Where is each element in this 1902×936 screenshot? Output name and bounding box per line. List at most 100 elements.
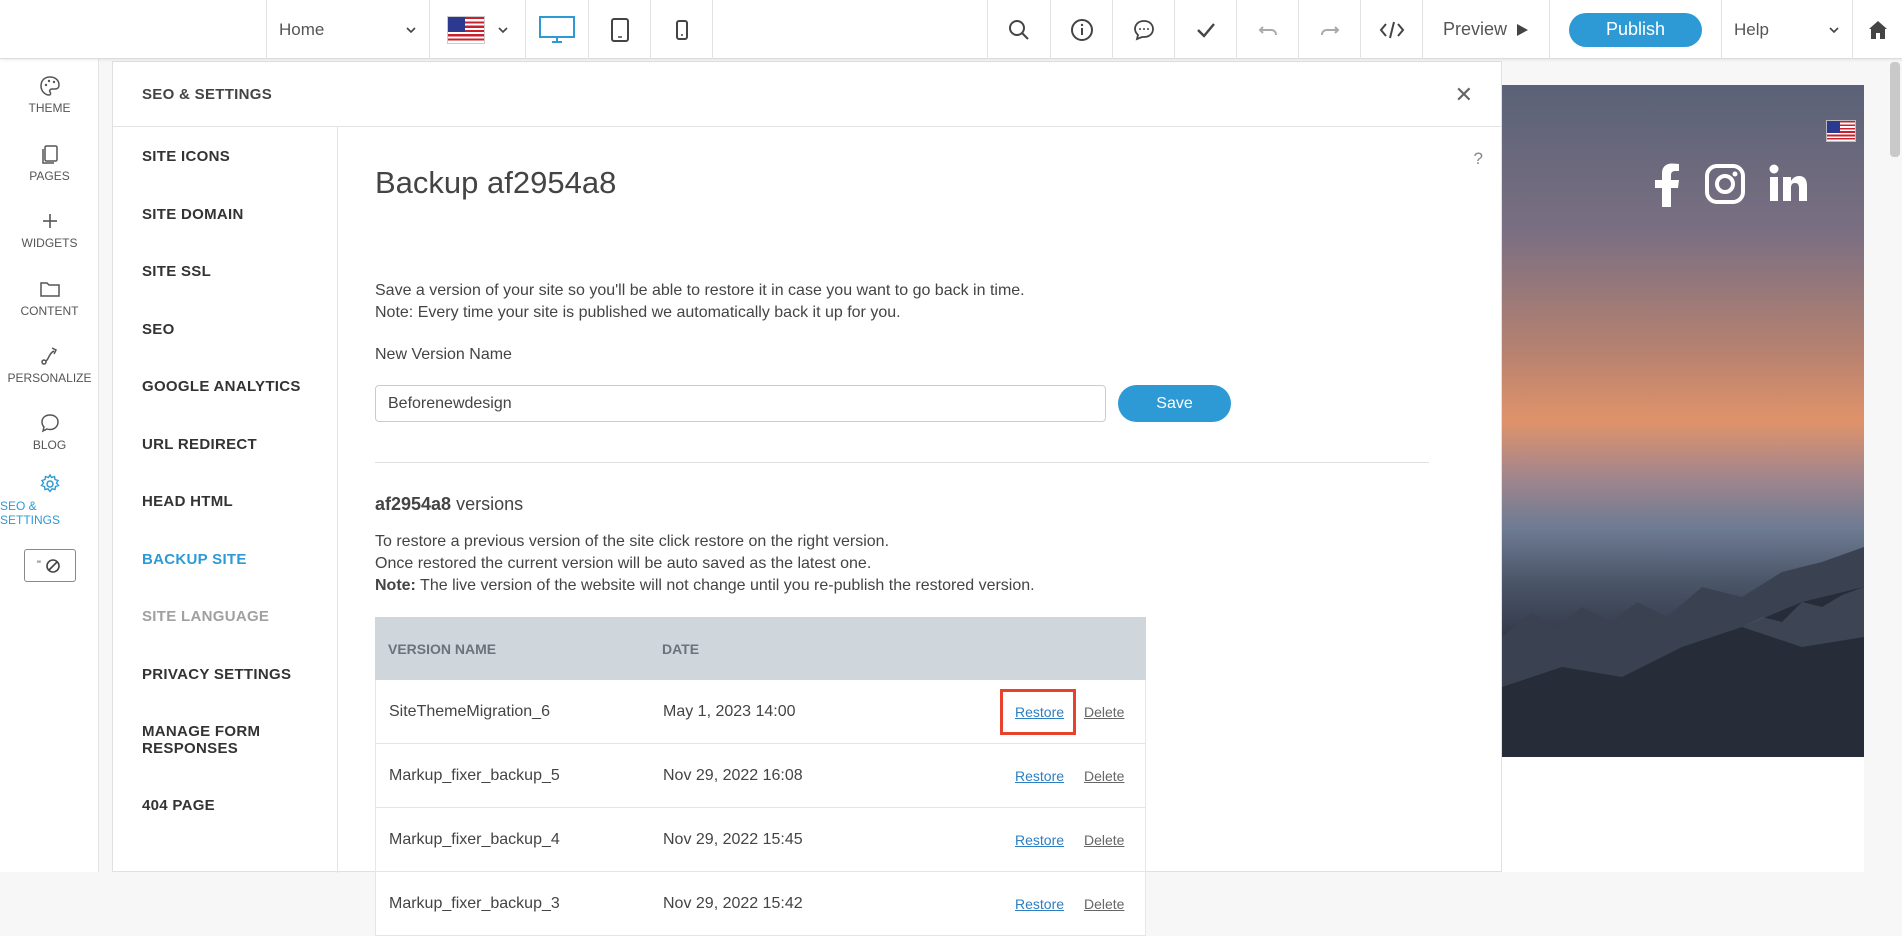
restore-link[interactable]: Restore [1015,832,1064,848]
personalize-icon [40,347,57,365]
mobile-view-button[interactable] [650,0,713,59]
nav-item-url-redirect[interactable]: URL REDIRECT [142,436,257,453]
undo-button[interactable] [1236,0,1299,59]
comments-button[interactable] [1112,0,1175,59]
column-header-date: DATE [662,640,700,657]
home-button[interactable] [1852,0,1902,59]
linkedin-icon[interactable] [1768,163,1808,203]
version-date: Nov 29, 2022 15:45 [663,830,803,848]
sidebar-item-widgets[interactable]: WIDGETS [0,200,99,260]
nav-item-site-icons[interactable]: SITE ICONS [142,148,230,165]
sidebar-item-label: SEO & SETTINGS [0,499,61,527]
restore-link[interactable]: Restore [1015,896,1064,912]
new-version-label: New Version Name [375,346,512,363]
plugin-icon: " [37,559,60,573]
code-icon [1379,21,1405,38]
chat-bubble-icon [40,414,59,433]
search-icon [1009,19,1029,40]
new-version-name-input[interactable] [375,385,1106,422]
versions-table: VERSION NAME DATE SiteThemeMigration_6 M… [375,617,1146,936]
preview-button[interactable]: Preview [1422,0,1549,59]
sidebar-item-personalize[interactable]: PERSONALIZE [0,335,99,395]
undo-icon [1258,25,1277,35]
table-row: Markup_fixer_backup_5 Nov 29, 2022 16:08… [375,744,1146,808]
nav-item-label: RESPONSES [142,740,239,757]
app-store-button[interactable]: " [24,549,76,582]
desktop-view-button[interactable] [525,0,588,59]
sidebar-item-label: BLOG [32,438,67,452]
desktop-icon [539,15,575,43]
folder-icon [39,282,60,297]
tablet-view-button[interactable] [588,0,651,59]
version-name: Markup_fixer_backup_4 [389,830,560,848]
language-select[interactable] [429,0,525,59]
delete-link[interactable]: Delete [1084,896,1124,912]
publish-button[interactable]: Publish [1569,12,1702,47]
delete-link[interactable]: Delete [1084,832,1124,848]
divider [375,462,1429,463]
publish-cell: Publish [1549,0,1721,59]
save-button[interactable]: Save [1118,385,1231,422]
table-row: Markup_fixer_backup_3 Nov 29, 2022 15:42… [375,872,1146,936]
version-name: SiteThemeMigration_6 [389,702,550,720]
redo-button[interactable] [1298,0,1361,59]
page-select[interactable]: Home [266,0,429,59]
info-button[interactable] [1050,0,1113,59]
close-icon[interactable]: ✕ [1455,82,1473,108]
restore-link[interactable]: Restore [1015,768,1064,784]
social-icons [1652,163,1808,207]
mountain-background [1502,547,1864,757]
nav-item-404-page[interactable]: 404 PAGE [142,797,215,814]
chevron-down-icon [406,26,416,33]
table-header: VERSION NAME DATE [375,617,1146,680]
version-date: May 1, 2023 14:00 [663,702,796,720]
note-text: The live version of the website will not… [415,577,1035,594]
preview-label: Preview [1442,19,1508,39]
restore-link[interactable]: Restore [1015,704,1064,720]
nav-item-label: MANAGE FORM [142,723,261,740]
sidebar-item-content[interactable]: CONTENT [0,268,99,328]
help-question-icon[interactable]: ? [1474,149,1483,169]
sidebar-item-seo-settings[interactable]: SEO & SETTINGS [0,470,99,530]
backup-description-line2: Note: Every time your site is published … [375,304,901,321]
nav-item-manage-form-responses[interactable]: MANAGE FORM RESPONSES [142,723,260,757]
plus-icon [42,214,57,228]
left-sidebar: THEME PAGES WIDGETS CONTENT PERSONALIZE … [0,59,99,872]
version-name: Markup_fixer_backup_5 [389,766,560,784]
play-icon [1517,23,1529,36]
site-preview[interactable] [1502,85,1864,757]
sidebar-item-label: CONTENT [20,304,79,318]
sidebar-item-label: PERSONALIZE [7,371,92,385]
delete-link[interactable]: Delete [1084,704,1124,720]
facebook-icon[interactable] [1652,163,1682,207]
sidebar-item-label: PAGES [29,169,70,183]
nav-item-seo[interactable]: SEO [142,321,175,338]
delete-link[interactable]: Delete [1084,768,1124,784]
nav-item-backup-site[interactable]: BACKUP SITE [142,551,247,568]
redo-icon [1321,25,1340,35]
help-label: Help [1734,19,1769,39]
sidebar-item-theme[interactable]: THEME [0,65,99,125]
nav-item-site-language[interactable]: SITE LANGUAGE [142,608,269,625]
sidebar-item-blog[interactable]: BLOG [0,402,99,462]
search-button[interactable] [987,0,1050,59]
seo-settings-panel: SEO & SETTINGS ✕ SITE ICONS SITE DOMAIN … [112,61,1503,936]
nav-item-privacy-settings[interactable]: PRIVACY SETTINGS [142,666,291,683]
panel-header: SEO & SETTINGS [113,62,1501,127]
nav-item-site-ssl[interactable]: SITE SSL [142,263,211,280]
sidebar-item-pages[interactable]: PAGES [0,133,99,193]
note-label: Note: [375,577,416,594]
instagram-icon[interactable] [1704,163,1746,205]
nav-item-site-domain[interactable]: SITE DOMAIN [142,206,244,223]
nav-item-head-html[interactable]: HEAD HTML [142,493,233,510]
nav-item-google-analytics[interactable]: GOOGLE ANALYTICS [142,378,301,395]
backup-content: ? Backup af2954a8 Save a version of your… [338,127,1503,936]
code-button[interactable] [1360,0,1423,59]
version-date: Nov 29, 2022 16:08 [663,766,803,784]
help-menu[interactable]: Help [1721,0,1852,59]
scrollbar[interactable] [1890,62,1900,157]
check-button[interactable] [1174,0,1237,59]
column-header-version-name: VERSION NAME [388,640,497,657]
table-row: SiteThemeMigration_6 May 1, 2023 14:00 R… [375,680,1146,744]
language-flag[interactable] [1826,120,1856,142]
